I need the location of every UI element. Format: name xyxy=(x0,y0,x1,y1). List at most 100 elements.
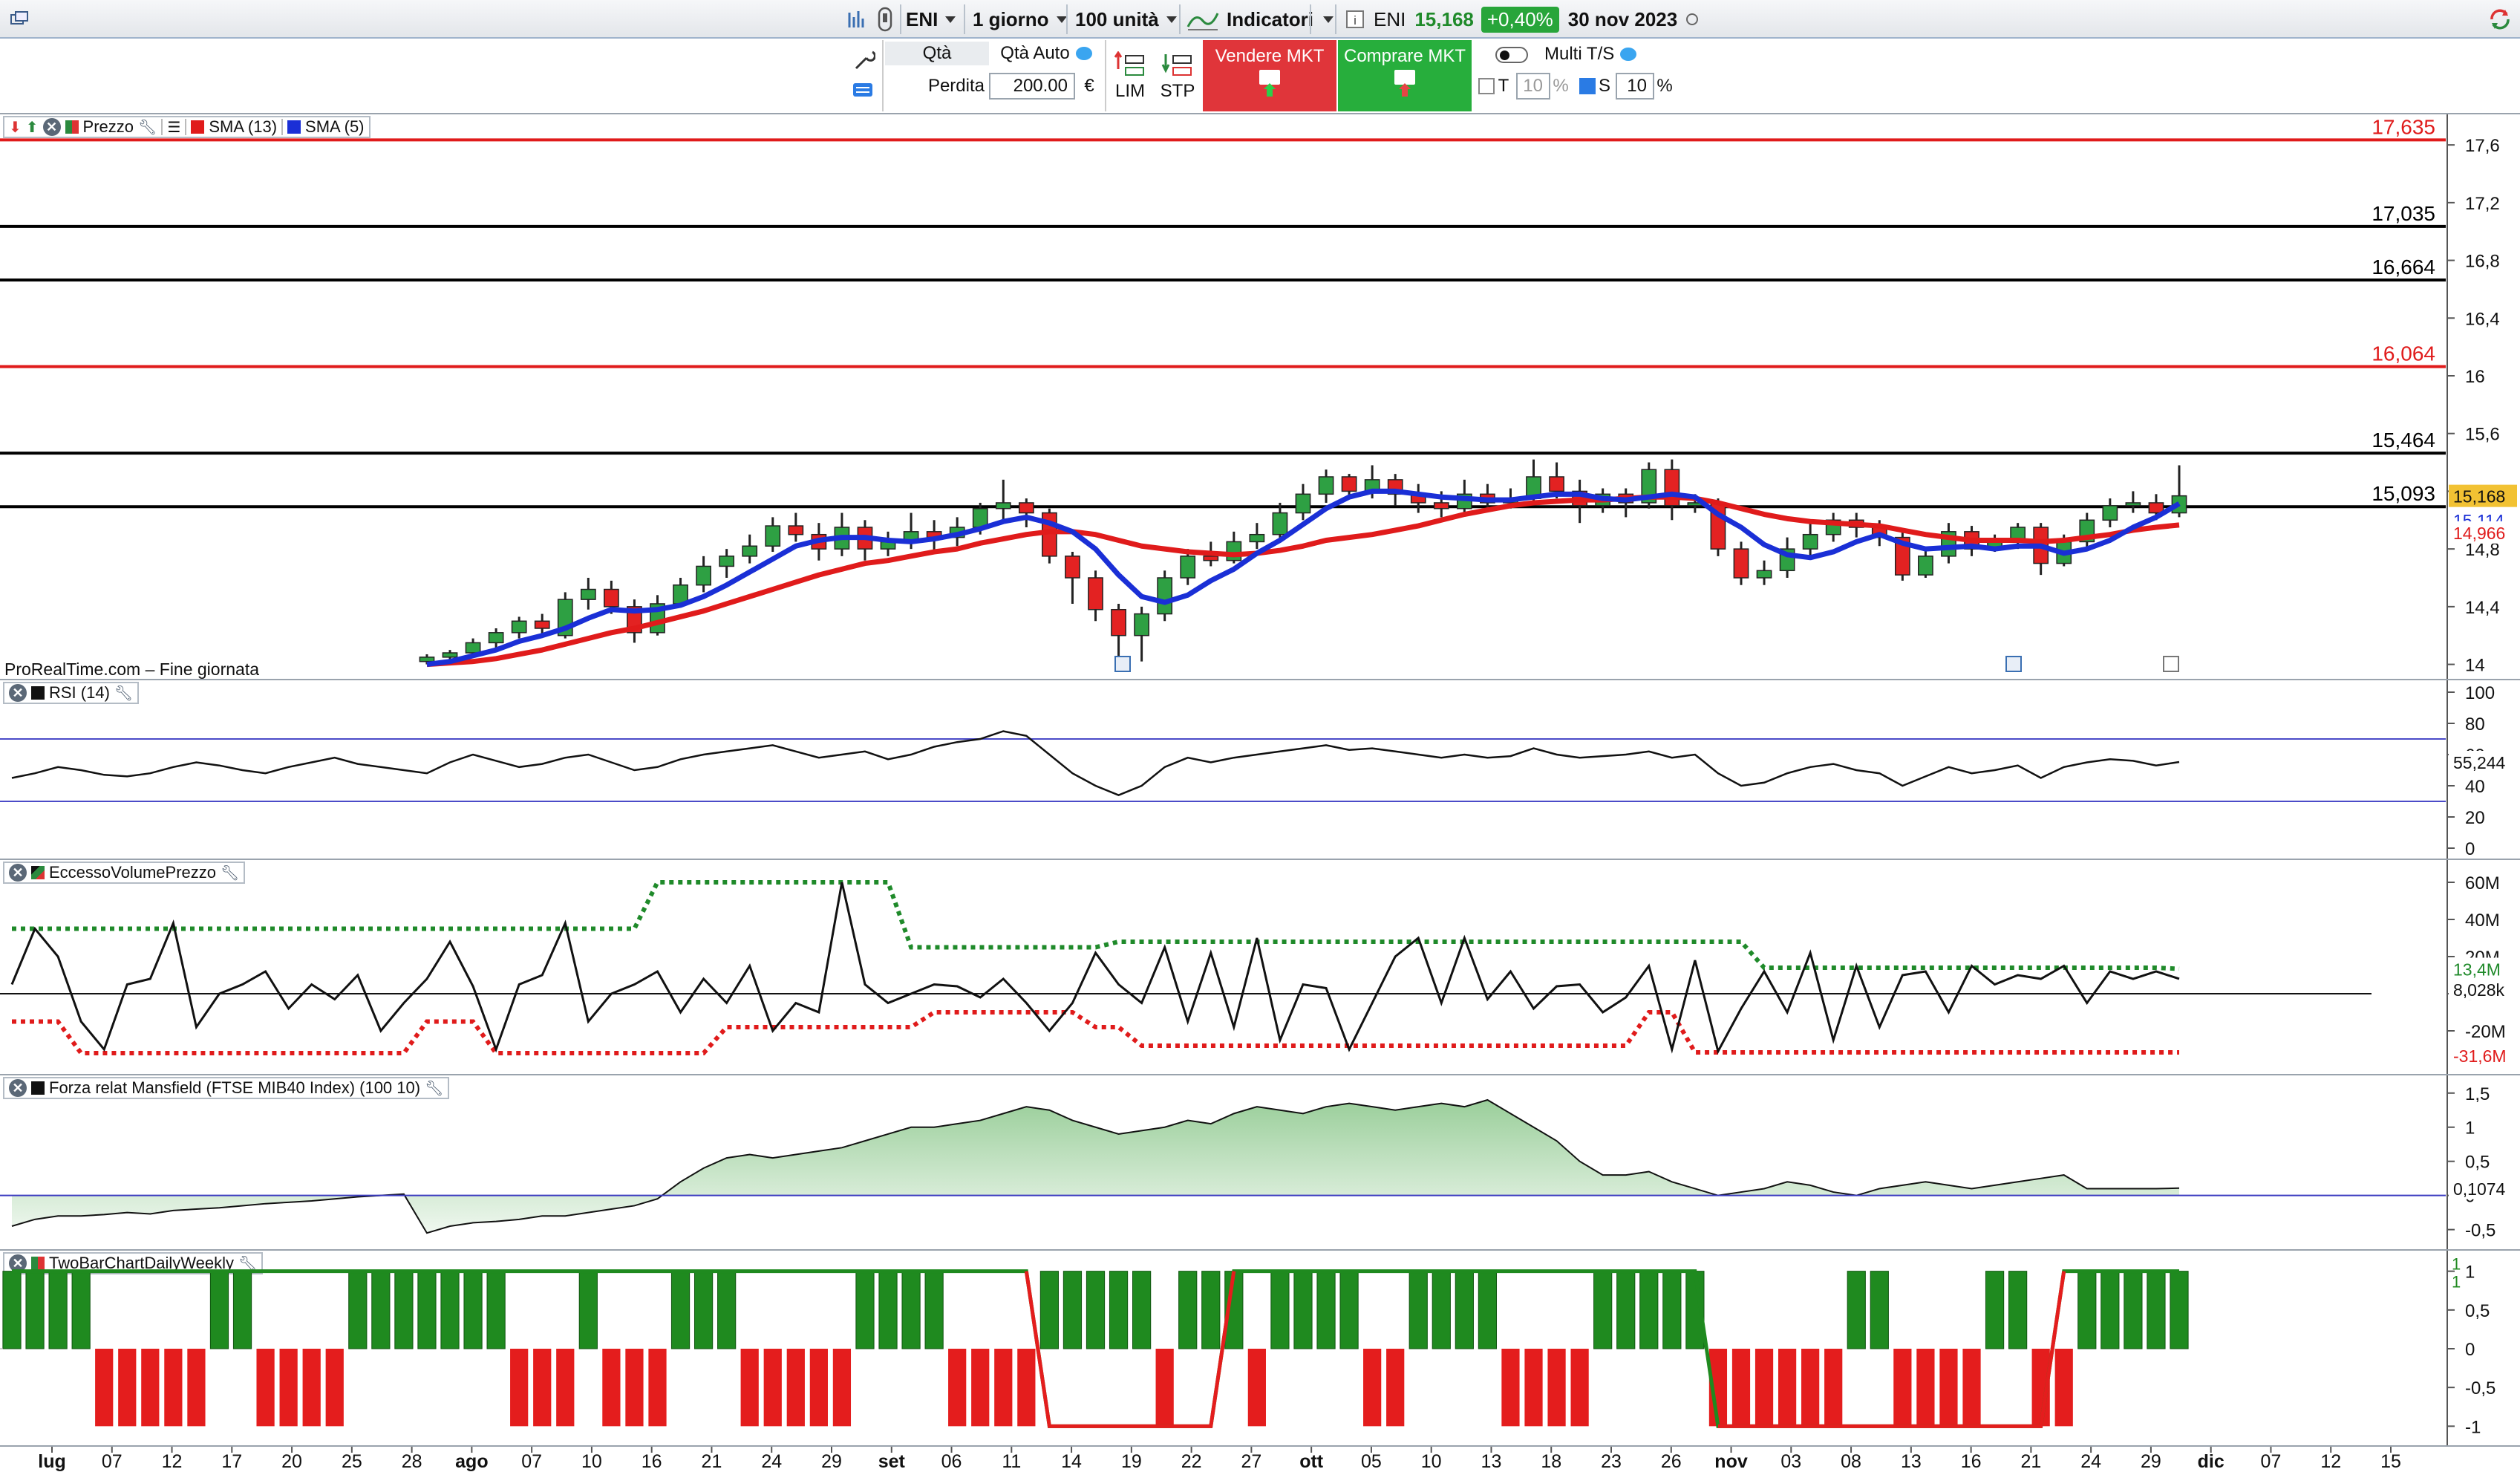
twobar-value-bottom: 1 xyxy=(2452,1273,2461,1292)
twobar-bar xyxy=(971,1349,990,1427)
twobar-bar xyxy=(994,1349,1013,1427)
twobar-bar xyxy=(463,1271,483,1349)
twobar-bar xyxy=(1039,1271,1060,1349)
evp-upper-line xyxy=(12,880,2180,971)
twobar-bar xyxy=(901,1271,921,1349)
twobar-chart: 10,50-0,5-111 xyxy=(0,1251,2495,1445)
twobar-bar xyxy=(1662,1271,1682,1349)
x-tick-label: 07 xyxy=(521,1451,542,1472)
x-tick-label: 24 xyxy=(761,1451,782,1472)
candle-body xyxy=(419,657,435,662)
lim-label: LIM xyxy=(1114,81,1145,101)
twobar-bar xyxy=(209,1271,229,1349)
multi-toggle[interactable] xyxy=(1489,46,1534,64)
twobar-bar xyxy=(1247,1349,1266,1427)
twobar-bar xyxy=(1824,1349,1843,1427)
candle-body xyxy=(1249,533,1265,543)
loss-input[interactable]: 200.00 xyxy=(989,73,1075,100)
buy-market-button[interactable]: Comprare MKT xyxy=(1338,40,1472,111)
x-tick-label: 17 xyxy=(221,1451,242,1472)
indicators-button[interactable]: Indicatori xyxy=(1186,4,1313,34)
indicators-dropdown[interactable] xyxy=(1316,4,1334,34)
twobar-bar xyxy=(1478,1271,1498,1349)
t-checkbox[interactable] xyxy=(1478,73,1495,100)
y-tick-label: 1 xyxy=(2465,1263,2475,1283)
link-icon[interactable] xyxy=(876,4,894,34)
limit-icon xyxy=(1114,51,1144,76)
sell-market-button[interactable]: Vendere MKT xyxy=(1203,40,1336,111)
info-icon[interactable]: i xyxy=(1345,10,1365,29)
candle-body xyxy=(580,588,596,600)
help-bubble-icon[interactable] xyxy=(1620,48,1637,61)
twobar-bar xyxy=(786,1349,805,1427)
twobar-bar xyxy=(2008,1271,2028,1349)
candle-body xyxy=(2125,502,2141,507)
qty-auto-tab[interactable]: Qtà Auto xyxy=(990,42,1102,65)
twobar-bar xyxy=(533,1349,552,1427)
twobar-bar xyxy=(1408,1271,1428,1349)
twobar-bar xyxy=(832,1349,852,1427)
x-tick-label: 14 xyxy=(1061,1451,1082,1472)
timeframe-selector[interactable]: 1 giorno xyxy=(973,4,1067,34)
twobar-bar xyxy=(740,1349,759,1427)
t-pct-label: % xyxy=(1553,76,1569,96)
level-label: 16,664 xyxy=(2372,255,2435,279)
help-bubble-icon[interactable] xyxy=(1075,47,1092,60)
rsi-line xyxy=(11,730,2180,796)
twobar-bar xyxy=(417,1271,437,1349)
twobar-bar xyxy=(1893,1349,1912,1427)
twobar-bar xyxy=(1178,1271,1198,1349)
twobar-bar xyxy=(1455,1271,1474,1349)
chevron-down-icon xyxy=(1166,16,1177,23)
x-tick-label: nov xyxy=(1714,1451,1748,1472)
candle-body xyxy=(995,502,1011,509)
change-badge: +0,40% xyxy=(1481,6,1559,33)
stop-order-button[interactable]: STP xyxy=(1155,45,1200,108)
x-tick-label: 10 xyxy=(1421,1451,1442,1472)
x-tick-label: 21 xyxy=(702,1451,722,1472)
s-checkbox[interactable] xyxy=(1579,73,1596,100)
candle-body xyxy=(1226,541,1242,561)
twobar-bar xyxy=(1778,1349,1797,1427)
twobar-bar xyxy=(1985,1271,2005,1349)
candle-body xyxy=(1664,469,1680,507)
evp-panel: ✕ EccessoVolumePrezzo 🔧︎ 60M40M20M0-20M1… xyxy=(0,859,2520,1074)
level-label: 17,635 xyxy=(2372,115,2435,138)
symbol-selector[interactable]: ENI xyxy=(906,4,956,34)
source-note: ProRealTime.com – Fine giornata xyxy=(4,660,260,679)
x-tick-label: 07 xyxy=(2261,1451,2282,1472)
x-tick-label: 18 xyxy=(1541,1451,1561,1472)
mansfield-panel: ✕ Forza relat Mansfield (FTSE MIB40 Inde… xyxy=(0,1074,2520,1249)
candle-body xyxy=(2102,505,2118,521)
svg-text:i: i xyxy=(1354,13,1357,27)
twobar-bar xyxy=(625,1349,644,1427)
twobar-bar xyxy=(48,1271,68,1349)
twobar-bar xyxy=(924,1271,944,1349)
y-tick-label: 16 xyxy=(2465,367,2485,387)
x-tick-label: 22 xyxy=(1181,1451,1202,1472)
y-tick-label: 0 xyxy=(2465,1340,2475,1360)
twobar-bar xyxy=(1201,1271,1221,1349)
sma13-value-tag: 14,966 xyxy=(2453,524,2505,543)
limit-order-button[interactable]: LIM xyxy=(1108,45,1152,108)
sell-label: Vendere MKT xyxy=(1215,46,1325,66)
twobar-bar xyxy=(1547,1349,1566,1427)
window-icon[interactable] xyxy=(10,4,30,34)
y-tick-label: -1 xyxy=(2465,1417,2481,1437)
twobar-bar xyxy=(809,1349,828,1427)
ticker-label: ENI xyxy=(1374,7,1406,30)
refresh-icon[interactable] xyxy=(2487,4,2513,34)
units-selector[interactable]: 100 unità xyxy=(1075,4,1177,34)
twobar-bar xyxy=(1616,1271,1636,1349)
twobar-bar xyxy=(1270,1271,1290,1349)
chart-settings-icon[interactable] xyxy=(846,4,869,34)
y-tick-label: 0,5 xyxy=(2465,1301,2490,1321)
candle-body xyxy=(1272,512,1288,535)
y-tick-label: 40M xyxy=(2465,911,2500,931)
s-input[interactable]: 10 xyxy=(1616,73,1654,100)
t-input[interactable]: 10 xyxy=(1516,73,1550,100)
event-marker-icon xyxy=(1114,656,1131,672)
qty-tab[interactable]: Qtà xyxy=(885,42,989,65)
twobar-bar xyxy=(2124,1271,2143,1349)
y-tick-label: 14 xyxy=(2465,656,2485,676)
